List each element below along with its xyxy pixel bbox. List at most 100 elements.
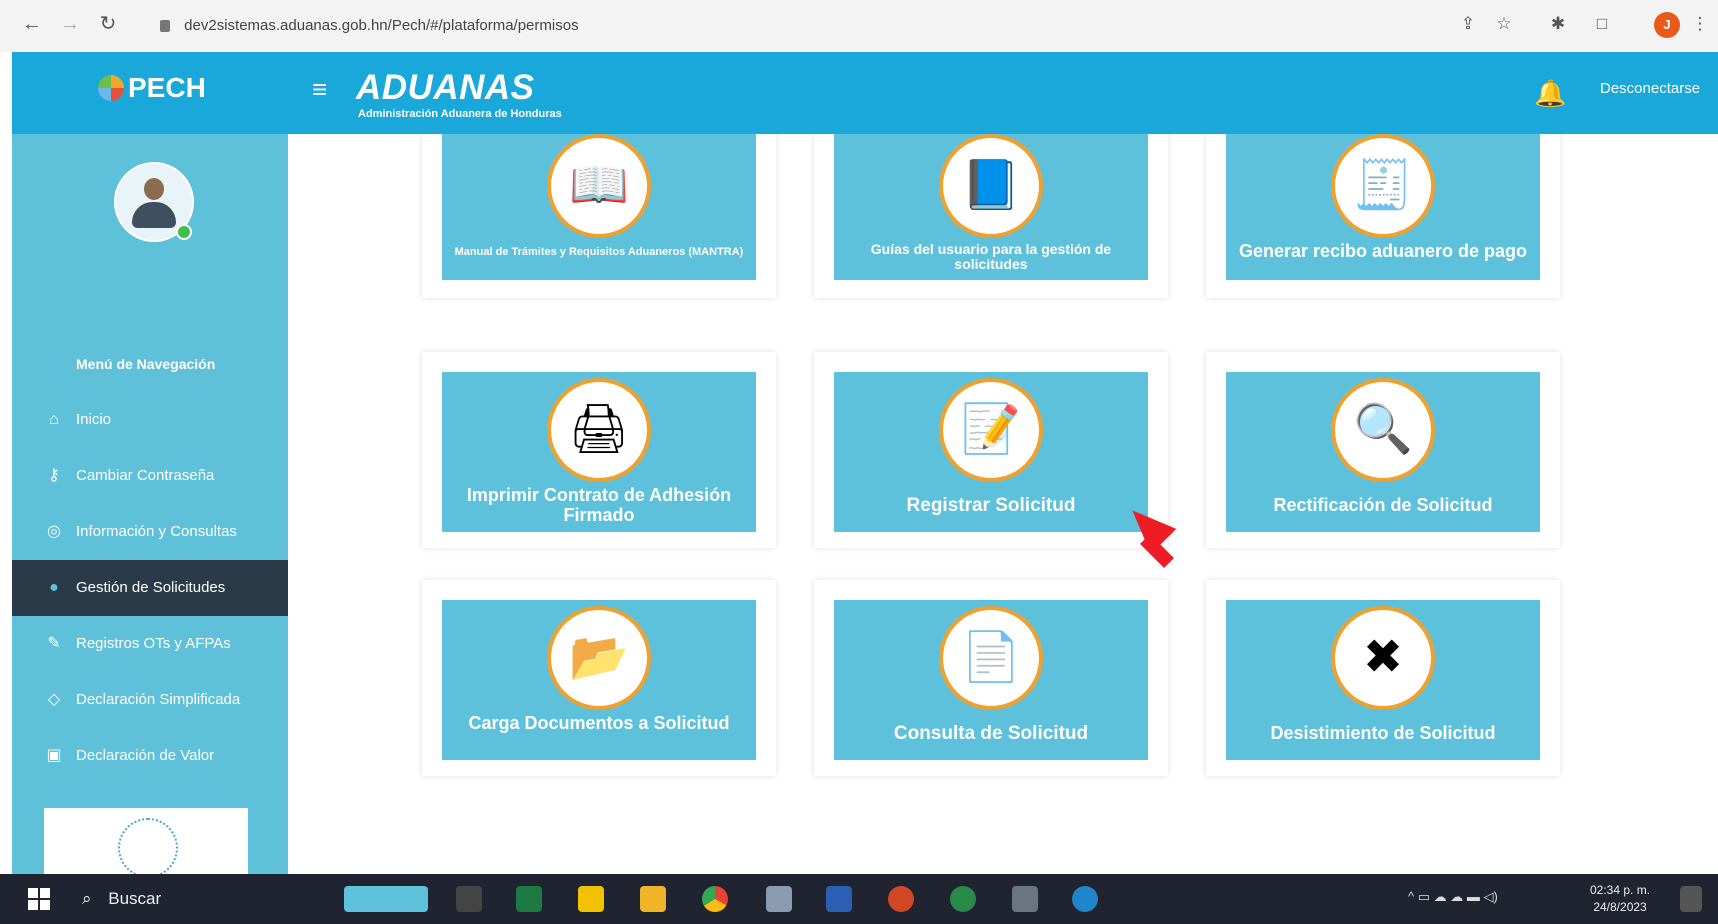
lock-icon: [160, 20, 170, 33]
back-icon[interactable]: ←: [20, 12, 44, 36]
tile-label: Registrar Solicitud: [906, 495, 1076, 516]
hamburger-menu-icon[interactable]: ≡: [312, 74, 327, 105]
user-avatar[interactable]: [114, 162, 194, 242]
tile-registrar-card[interactable]: 📝 Registrar Solicitud: [834, 372, 1148, 532]
forward-icon[interactable]: →: [58, 12, 82, 36]
honduras-emblem: [44, 808, 248, 878]
printer-icon: 🖨: [547, 378, 651, 482]
tile-label: Guías del usuario para la gestión de sol…: [870, 241, 1112, 273]
sidebar-item-cambiar-contrasena[interactable]: ⚷ Cambiar Contraseña: [12, 448, 288, 504]
edge-icon[interactable]: [1072, 886, 1098, 912]
sidebar: Menú de Navegación ⌂ Inicio ⚷ Cambiar Cont…: [12, 134, 288, 878]
online-status-icon: [176, 224, 192, 240]
tile-carga-documentos[interactable]: 📂 Carga Documentos a Solicitud: [422, 580, 776, 776]
sidebar-item-registros[interactable]: ✎ Registros OTs y AFPAs: [12, 616, 288, 672]
notifications-icon[interactable]: [1680, 886, 1702, 912]
menu-dots-icon[interactable]: ⋮: [1690, 14, 1710, 34]
profile-avatar[interactable]: J: [1654, 12, 1680, 38]
folder-upload-icon: 📂: [547, 606, 651, 710]
globe-icon: ●: [49, 579, 59, 596]
key-icon: ⚷: [48, 467, 60, 484]
tile-guias-card[interactable]: 📘 Guías del usuario para la gestión de s…: [834, 134, 1148, 280]
tile-label: Desistimiento de Solicitud: [1270, 723, 1496, 743]
excel-icon[interactable]: [516, 886, 542, 912]
app-header: PECH ≡ ADUANAS Administración Aduanera d…: [12, 52, 1718, 134]
taskbar-search[interactable]: ⌕ Buscar: [82, 884, 322, 914]
address-bar[interactable]: dev2sistemas.aduanas.gob.hn/Pech/#/plata…: [150, 10, 1430, 42]
tile-label: Imprimir Contrato de Adhesión Firmado: [466, 485, 732, 525]
sidebar-item-label: Gestión de Solicitudes: [76, 579, 226, 596]
system-tray[interactable]: ^ ▭ ☁ ☁ ▬ ◁): [1408, 889, 1498, 905]
tile-imprimir-contrato[interactable]: 🖨 Imprimir Contrato de Adhesión Firmado: [422, 352, 776, 548]
brand-name: PECH: [128, 72, 206, 103]
home-icon: ⌂: [49, 411, 59, 428]
chat-icon: ◎: [47, 523, 61, 540]
check-cancel-icon: ✖: [1331, 606, 1435, 710]
main-content: 📖 Manual de Trámites y Requisitos Aduane…: [288, 134, 1718, 874]
briefcase-icon: ▣: [46, 747, 62, 764]
tile-rectificacion[interactable]: 🔍 Rectificación de Solicitud: [1206, 352, 1560, 548]
tile-label: Rectificación de Solicitud: [1273, 495, 1493, 515]
user-guide-icon: 📘: [939, 134, 1043, 238]
tile-rectificacion-card[interactable]: 🔍 Rectificación de Solicitud: [1226, 372, 1540, 532]
search-icon: ⌕: [82, 889, 92, 908]
powerpoint-icon[interactable]: [888, 886, 914, 912]
sidebar-item-label: Registros OTs y AFPAs: [76, 635, 231, 652]
tile-label: Manual de Trámites y Requisitos Aduanero…: [454, 246, 744, 258]
tile-mantra[interactable]: 📖 Manual de Trámites y Requisitos Aduane…: [422, 134, 776, 298]
sidebar-item-label: Declaración Simplificada: [76, 691, 241, 708]
reload-icon[interactable]: ↻: [96, 12, 120, 36]
tile-guias-usuario[interactable]: 📘 Guías del usuario para la gestión de s…: [814, 134, 1168, 298]
tile-label: Generar recibo aduanero de pago: [1238, 241, 1528, 261]
tile-consulta-solicitud[interactable]: 📄 Consulta de Solicitud: [814, 580, 1168, 776]
form-pencil-icon: 📝: [939, 378, 1043, 482]
tile-generar-recibo[interactable]: 🧾 Generar recibo aduanero de pago: [1206, 134, 1560, 298]
tile-desistimiento-card[interactable]: ✖ Desistimiento de Solicitud: [1226, 600, 1540, 760]
sidebar-item-label: Inicio: [76, 411, 112, 428]
tag-icon: ◇: [47, 691, 61, 708]
clock[interactable]: 02:34 p. m. 24/8/2023: [1590, 882, 1650, 916]
url-text: dev2sistemas.aduanas.gob.hn/Pech/#/plata…: [184, 17, 579, 34]
tile-label: Carga Documentos a Solicitud: [468, 713, 730, 733]
paint-icon[interactable]: [766, 886, 792, 912]
logout-link[interactable]: Desconectarse: [1600, 80, 1700, 97]
sidebar-item-informacion[interactable]: ◎ Información y Consultas: [12, 504, 288, 560]
share-icon[interactable]: ⇪: [1458, 14, 1478, 34]
brand[interactable]: PECH: [98, 72, 206, 104]
document-question-icon: 📄: [939, 606, 1043, 710]
tile-label: Consulta de Solicitud: [893, 723, 1089, 744]
sidebar-item-inicio[interactable]: ⌂ Inicio: [12, 392, 288, 448]
sticky-notes-icon[interactable]: [578, 886, 604, 912]
tile-desistimiento[interactable]: ✖ Desistimiento de Solicitud: [1206, 580, 1560, 776]
clock-date: 24/8/2023: [1593, 900, 1647, 914]
aduanas-logo-title: ADUANAS: [356, 68, 535, 107]
windows-start-icon[interactable]: [28, 888, 50, 910]
globe-app-icon[interactable]: [950, 886, 976, 912]
taskbar-search-text: Buscar: [108, 889, 162, 908]
tile-mantra-card[interactable]: 📖 Manual de Trámites y Requisitos Aduane…: [442, 134, 756, 280]
calculator-icon[interactable]: [1012, 886, 1038, 912]
tile-imprimir-card[interactable]: 🖨 Imprimir Contrato de Adhesión Firmado: [442, 372, 756, 532]
word-icon[interactable]: [826, 886, 852, 912]
star-icon[interactable]: ☆: [1494, 14, 1514, 34]
extensions-icon[interactable]: ✱: [1548, 14, 1568, 34]
sidebar-item-label: Información y Consultas: [76, 523, 237, 540]
bell-icon[interactable]: 🔔: [1534, 78, 1566, 109]
tile-registrar-solicitud[interactable]: 📝 Registrar Solicitud: [814, 352, 1168, 548]
tile-carga-card[interactable]: 📂 Carga Documentos a Solicitud: [442, 600, 756, 760]
file-explorer-icon[interactable]: [640, 886, 666, 912]
sidebar-item-gestion-solicitudes[interactable]: ● Gestión de Solicitudes: [12, 560, 288, 616]
tile-recibo-card[interactable]: 🧾 Generar recibo aduanero de pago: [1226, 134, 1540, 280]
sidebar-item-label: Declaración de Valor: [76, 747, 215, 764]
avatar-body: [132, 202, 176, 228]
browser-toolbar: ← → ↻ dev2sistemas.aduanas.gob.hn/Pech/#…: [0, 0, 1718, 52]
sidebar-item-declaracion-simplificada[interactable]: ◇ Declaración Simplificada: [12, 672, 288, 728]
pech-logo-icon: [98, 75, 124, 101]
receipt-icon: 🧾: [1331, 134, 1435, 238]
chrome-icon[interactable]: [702, 886, 728, 912]
taskbar-aduanas-thumbnail[interactable]: [344, 886, 428, 912]
sidebar-toggle-icon[interactable]: □: [1592, 14, 1612, 34]
task-view-icon[interactable]: [456, 886, 482, 912]
tile-consulta-card[interactable]: 📄 Consulta de Solicitud: [834, 600, 1148, 760]
sidebar-item-declaracion-valor[interactable]: ▣ Declaración de Valor: [12, 728, 288, 784]
